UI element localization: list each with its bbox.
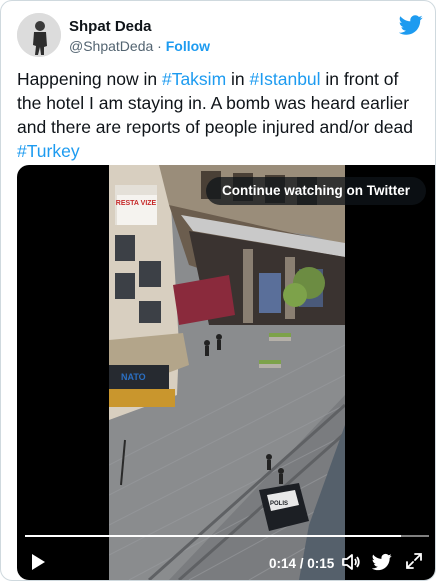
- avatar-image: [17, 13, 61, 57]
- video-progress-fill: [25, 535, 401, 537]
- avatar[interactable]: [17, 13, 61, 57]
- fullscreen-icon[interactable]: [405, 552, 423, 570]
- user-handle[interactable]: @ShpatDeda: [69, 38, 153, 54]
- duration: 0:15: [307, 556, 335, 571]
- video-progress-bar[interactable]: [25, 535, 429, 537]
- tweet-text: Happening now in #Taksim in #Istanbul in…: [17, 67, 427, 163]
- police-marking-text: POLIS: [270, 501, 288, 507]
- hashtag-turkey[interactable]: #Turkey: [17, 141, 80, 161]
- video-player[interactable]: RESTA VIZE NATO POLIS: [17, 165, 435, 580]
- hashtag-istanbul[interactable]: #Istanbul: [250, 69, 321, 89]
- user-name[interactable]: Shpat Deda: [69, 18, 152, 35]
- separator-dot: ·: [157, 38, 162, 54]
- twitter-small-icon[interactable]: [372, 552, 392, 572]
- video-time: 0:14 / 0:15: [269, 556, 334, 571]
- current-time: 0:14: [269, 556, 297, 571]
- video-frame: RESTA VIZE NATO POLIS: [109, 165, 345, 580]
- hotel-sign-text: RESTA VIZE: [116, 200, 157, 207]
- hashtag-taksim[interactable]: #Taksim: [162, 69, 226, 89]
- time-separator: /: [296, 556, 308, 571]
- continue-watching-button[interactable]: Continue watching on Twitter: [206, 177, 426, 205]
- volume-icon[interactable]: [341, 552, 361, 572]
- tweet-text-part: Happening now in: [17, 69, 162, 89]
- follow-button[interactable]: Follow: [166, 38, 210, 54]
- play-icon[interactable]: [29, 552, 47, 572]
- handle-row: @ShpatDeda · Follow: [69, 38, 210, 54]
- twitter-bird-icon[interactable]: [399, 13, 423, 37]
- tweet-text-part: in: [226, 69, 250, 89]
- shop-sign-text: NATO: [121, 372, 146, 382]
- tweet-card: Shpat Deda @ShpatDeda · Follow Happening…: [0, 0, 436, 581]
- street-scene-image: RESTA VIZE NATO POLIS: [109, 165, 345, 580]
